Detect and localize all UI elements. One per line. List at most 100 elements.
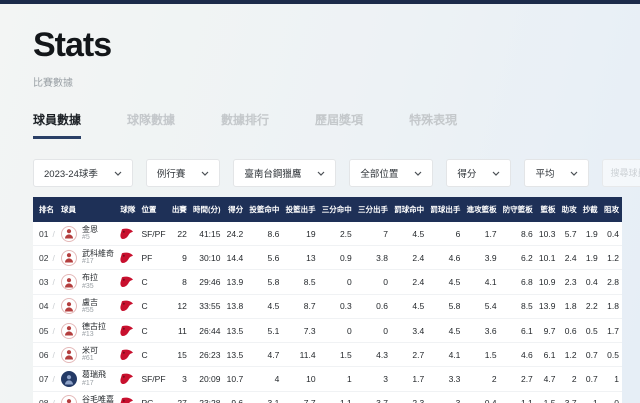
stat-cell: 13.9 bbox=[224, 270, 247, 294]
stat-cell: 7 bbox=[355, 222, 391, 246]
filter-position[interactable]: 全部位置 bbox=[349, 159, 433, 187]
team-cell bbox=[117, 343, 138, 367]
player-name: 德古拉 bbox=[82, 322, 106, 331]
stat-cell: 14.4 bbox=[224, 246, 247, 270]
stat-cell: 5.8 bbox=[246, 270, 282, 294]
table-row[interactable]: 06/米可#61C1526:2313.54.711.41.54.32.74.11… bbox=[33, 343, 622, 367]
stat-cell: 3 bbox=[169, 367, 190, 391]
column-header-10[interactable]: 三分出手 bbox=[355, 197, 391, 222]
player-name: 盧吉 bbox=[82, 298, 98, 307]
player-name: 金恩 bbox=[82, 225, 98, 234]
column-header-15[interactable]: 籃板 bbox=[536, 197, 559, 222]
position-cell: SF/PF bbox=[138, 222, 168, 246]
table-row[interactable]: 03/布拉#35C829:4613.95.88.5002.44.54.16.81… bbox=[33, 270, 622, 294]
player-cell[interactable]: 武科維奇#17 bbox=[58, 246, 117, 270]
team-cell bbox=[117, 270, 138, 294]
stat-cell: 1 bbox=[319, 367, 355, 391]
player-cell[interactable]: 葛瑞飛#17 bbox=[58, 367, 117, 391]
table-row[interactable]: 07/葛瑞飛#17SF/PF320:0910.7410131.73.322.74… bbox=[33, 367, 622, 391]
player-cell[interactable]: 米可#61 bbox=[58, 343, 117, 367]
column-header-7[interactable]: 投籃命中 bbox=[246, 197, 282, 222]
column-header-5[interactable]: 時間(分) bbox=[190, 197, 224, 222]
stat-cell: 7.3 bbox=[282, 318, 318, 342]
rank-cell: 03/ bbox=[33, 270, 58, 294]
column-header-9[interactable]: 三分命中 bbox=[319, 197, 355, 222]
column-header-18[interactable]: 阻攻 bbox=[601, 197, 622, 222]
stat-cell: 11.4 bbox=[282, 343, 318, 367]
stat-cell: 0.5 bbox=[580, 318, 601, 342]
rank-number: 06 bbox=[39, 350, 48, 360]
player-cell[interactable]: 布拉#35 bbox=[58, 270, 117, 294]
player-info: 金恩#5 bbox=[82, 225, 98, 242]
filter-season[interactable]: 2023-24球季 bbox=[33, 159, 133, 187]
column-header-6[interactable]: 得分 bbox=[224, 197, 247, 222]
rank-cell: 07/ bbox=[33, 367, 58, 391]
column-header-12[interactable]: 罰球出手 bbox=[427, 197, 463, 222]
table-row[interactable]: 01/金恩#5SF/PF2241:1524.28.6192.574.561.78… bbox=[33, 222, 622, 246]
stat-cell: 4 bbox=[246, 367, 282, 391]
stat-cell: 3.1 bbox=[246, 391, 282, 403]
chevron-down-icon bbox=[317, 171, 325, 176]
tab-3[interactable]: 歷屆獎項 bbox=[315, 111, 363, 139]
column-header-8[interactable]: 投籃出手 bbox=[282, 197, 318, 222]
stat-cell: 0 bbox=[319, 318, 355, 342]
column-header-4[interactable]: 出賽 bbox=[169, 197, 190, 222]
player-cell[interactable]: 德古拉#13 bbox=[58, 318, 117, 342]
tab-0[interactable]: 球員數據 bbox=[33, 111, 81, 139]
column-header-17[interactable]: 抄截 bbox=[580, 197, 601, 222]
column-header-0[interactable]: 排名 bbox=[33, 197, 58, 222]
column-header-11[interactable]: 罰球命中 bbox=[391, 197, 427, 222]
table-row[interactable]: 05/德古拉#13C1126:4413.55.17.3003.44.53.66.… bbox=[33, 318, 622, 342]
stat-cell: 5.7 bbox=[558, 222, 579, 246]
player-cell[interactable]: 谷毛唯嘉#3 bbox=[58, 391, 117, 403]
table-row[interactable]: 02/武科維奇#17PF930:1014.45.6130.93.82.44.63… bbox=[33, 246, 622, 270]
column-header-1[interactable]: 球員 bbox=[58, 197, 117, 222]
column-header-16[interactable]: 助攻 bbox=[558, 197, 579, 222]
column-header-14[interactable]: 防守籃板 bbox=[500, 197, 536, 222]
rank-divider: / bbox=[52, 301, 54, 311]
player-info: 武科維奇#17 bbox=[82, 249, 114, 266]
search-box[interactable] bbox=[602, 159, 640, 187]
filter-team[interactable]: 臺南台鋼獵鷹 bbox=[233, 159, 336, 187]
stat-cell: 1 bbox=[601, 367, 622, 391]
player-number: #17 bbox=[82, 258, 114, 266]
stat-cell: 1.7 bbox=[601, 318, 622, 342]
stat-cell: 8 bbox=[169, 270, 190, 294]
stat-cell: 0.4 bbox=[463, 391, 499, 403]
stat-cell: 12 bbox=[169, 294, 190, 318]
team-cell bbox=[117, 367, 138, 391]
table-row[interactable]: 08/谷毛唯嘉#3PG2723:289.63.17.71.13.72.330.4… bbox=[33, 391, 622, 403]
stat-cell: 1.5 bbox=[319, 343, 355, 367]
stats-table: 排名球員球隊位置出賽時間(分)得分投籃命中投籃出手三分命中三分出手罰球命中罰球出… bbox=[33, 197, 622, 403]
rank-number: 08 bbox=[39, 398, 48, 403]
rank-divider: / bbox=[52, 326, 54, 336]
position-cell: PG bbox=[138, 391, 168, 403]
filter-stat[interactable]: 得分 bbox=[446, 159, 511, 187]
stat-cell: 0.7 bbox=[580, 367, 601, 391]
filter-group: 2023-24球季例行賽臺南台鋼獵鷹全部位置得分平均 bbox=[33, 159, 589, 187]
search-input[interactable] bbox=[610, 168, 640, 178]
stat-cell: 8.5 bbox=[282, 270, 318, 294]
player-cell[interactable]: 盧吉#55 bbox=[58, 294, 117, 318]
rank-cell: 04/ bbox=[33, 294, 58, 318]
table-row[interactable]: 04/盧吉#55C1233:5513.84.58.70.30.64.55.85.… bbox=[33, 294, 622, 318]
column-header-3[interactable]: 位置 bbox=[138, 197, 168, 222]
stat-cell: 2 bbox=[463, 367, 499, 391]
team-cell bbox=[117, 391, 138, 403]
player-name: 葛瑞飛 bbox=[82, 370, 106, 379]
column-header-13[interactable]: 進攻籃板 bbox=[463, 197, 499, 222]
player-cell[interactable]: 金恩#5 bbox=[58, 222, 117, 246]
position-cell: C bbox=[138, 318, 168, 342]
tab-4[interactable]: 特殊表現 bbox=[409, 111, 457, 139]
filter-mode[interactable]: 平均 bbox=[524, 159, 589, 187]
column-header-2[interactable]: 球隊 bbox=[117, 197, 138, 222]
tab-1[interactable]: 球隊數據 bbox=[127, 111, 175, 139]
player: 盧吉#55 bbox=[61, 298, 114, 315]
filter-game-type[interactable]: 例行賽 bbox=[146, 159, 221, 187]
stats-table-container: 排名球員球隊位置出賽時間(分)得分投籃命中投籃出手三分命中三分出手罰球命中罰球出… bbox=[33, 197, 622, 403]
tab-2[interactable]: 數據排行 bbox=[221, 111, 269, 139]
chevron-down-icon bbox=[114, 171, 122, 176]
player-avatar bbox=[61, 347, 77, 363]
team-cell bbox=[117, 246, 138, 270]
stat-cell: 4.7 bbox=[246, 343, 282, 367]
